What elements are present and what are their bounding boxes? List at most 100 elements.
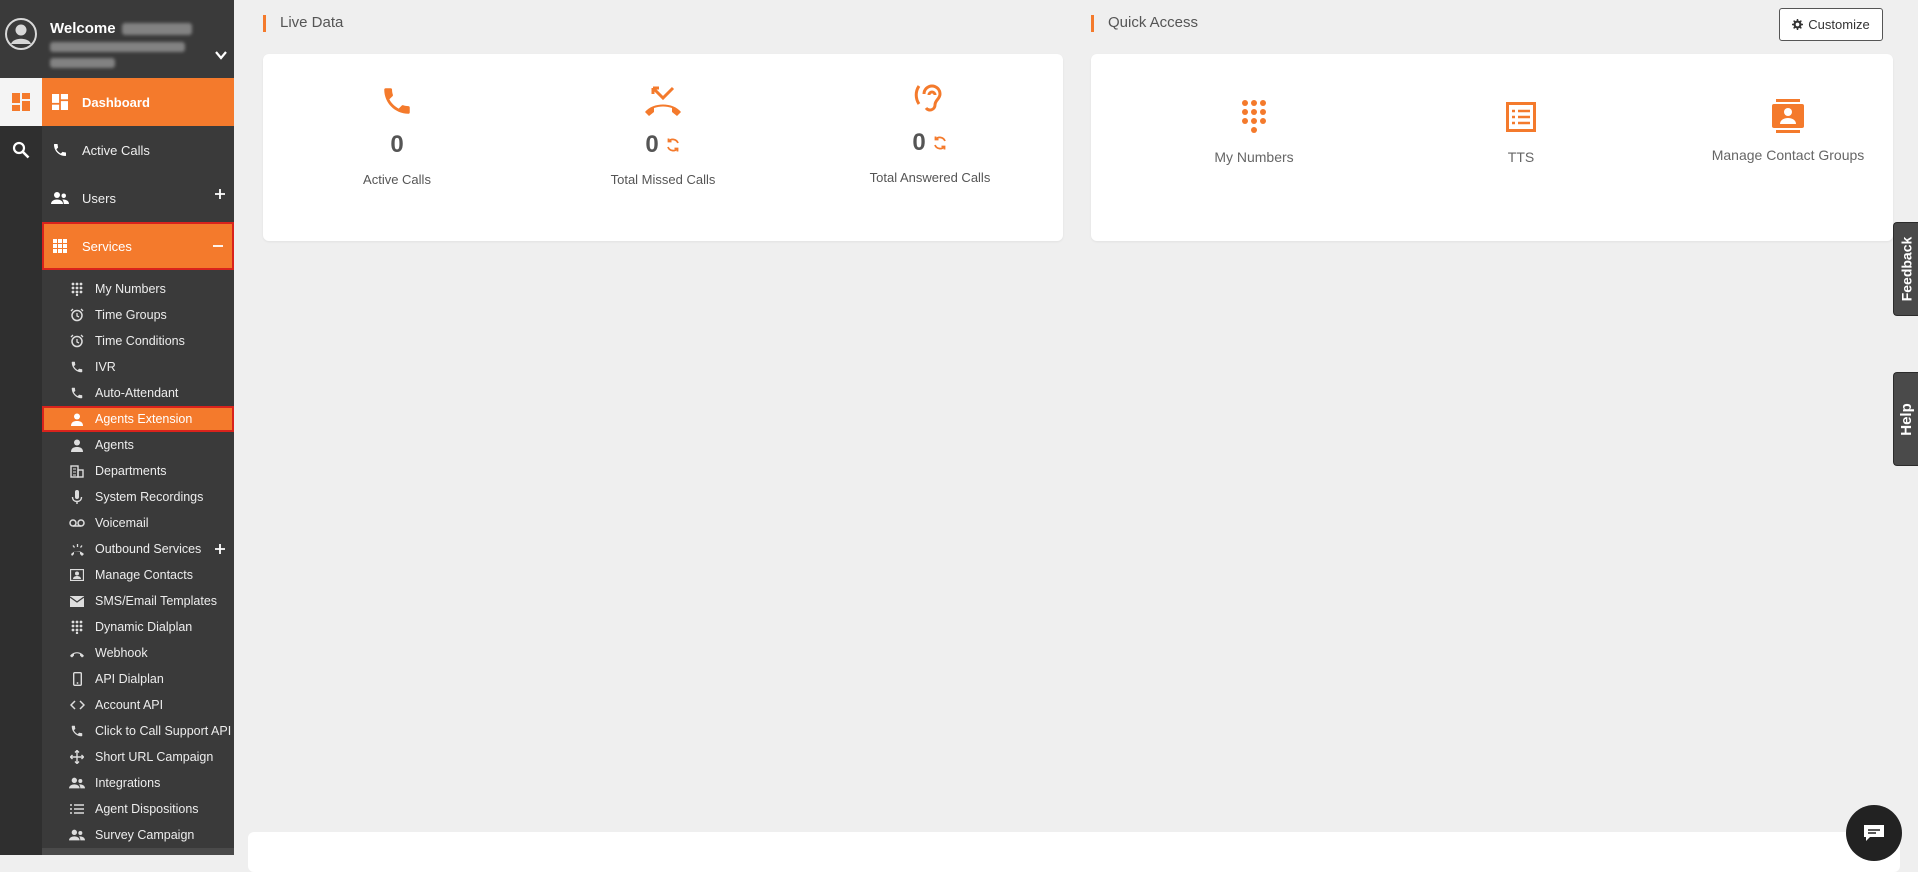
bottom-card (248, 832, 1900, 872)
hearing-icon (914, 84, 942, 112)
quick-access-label: My Numbers (1214, 149, 1294, 165)
sidebar-item-users[interactable]: Users (42, 174, 234, 222)
stat-label: Total Missed Calls (610, 172, 716, 187)
sidebar-subitem-time-conditions[interactable]: Time Conditions (42, 328, 234, 354)
user-email-redacted (50, 42, 185, 52)
phone-icon (384, 88, 410, 114)
plus-icon[interactable] (214, 543, 226, 555)
sidebar-subitem-my-numbers[interactable]: My Numbers (42, 276, 234, 302)
chat-button[interactable] (1846, 805, 1902, 861)
phone-icon (69, 723, 85, 739)
mobile-icon (69, 671, 85, 687)
dashboard-icon (12, 93, 30, 111)
sidebar-subitem-label: Time Conditions (95, 334, 185, 348)
phone-forward-icon (69, 385, 85, 401)
sidebar-subitem-label: Manage Contacts (95, 568, 193, 582)
sidebar-item-dashboard[interactable]: Dashboard (42, 78, 234, 126)
sidebar-subitem-label: System Recordings (95, 490, 204, 504)
stat-label: Active Calls (363, 172, 431, 187)
sidebar-subitem-survey-campaign[interactable]: Survey Campaign (42, 822, 234, 848)
sidebar-subitem-label: Short URL Campaign (95, 750, 214, 764)
feedback-tab[interactable]: Feedback (1893, 222, 1918, 316)
sidebar-item-services[interactable]: Services (42, 222, 234, 270)
dialpad-icon (69, 619, 85, 635)
phone-icon (50, 140, 70, 160)
stat-value: 0 (645, 131, 659, 158)
stat-label: Total Answered Calls (869, 170, 991, 185)
phone-forward-icon (69, 359, 85, 375)
sidebar-subitem-manage-contacts[interactable]: Manage Contacts (42, 562, 234, 588)
sidebar-subitem-label: API Dialplan (95, 672, 164, 686)
sidebar-subitem-outbound-services[interactable]: Outbound Services (42, 536, 234, 562)
sidebar-scroll-edge (42, 848, 234, 855)
icon-rail (0, 0, 42, 855)
customize-button[interactable]: Customize (1779, 8, 1883, 41)
live-data-title: Live Data (263, 14, 343, 32)
sidebar-subitem-label: Agents Extension (95, 412, 193, 426)
sidebar-subitem-auto-attendant[interactable]: Auto-Attendant (42, 380, 234, 406)
sidebar-subitem-short-url-campaign[interactable]: Short URL Campaign (42, 744, 234, 770)
sidebar-subitem-agent-dispositions[interactable]: Agent Dispositions (42, 796, 234, 822)
plus-icon[interactable] (214, 188, 226, 200)
sidebar-subitem-time-groups[interactable]: Time Groups (42, 302, 234, 328)
dialpad-icon (1242, 100, 1266, 133)
refresh-icon[interactable] (665, 137, 681, 153)
stat-value-row: 0 (297, 131, 497, 159)
sidebar-subitem-sms-email-templates[interactable]: SMS/Email Templates (42, 588, 234, 614)
sidebar-subitem-integrations[interactable]: Integrations (42, 770, 234, 796)
stat-total-answered-calls: 0 Total Answered Calls (830, 82, 1030, 185)
alarm-icon (69, 307, 85, 323)
stat-value: 0 (390, 131, 404, 158)
stat-value: 0 (912, 129, 926, 156)
sidebar-subitem-label: Integrations (95, 776, 161, 790)
welcome-label: Welcome (50, 20, 116, 37)
quick-access-label: Manage Contact Groups (1711, 147, 1865, 163)
group-icon (69, 775, 85, 791)
group-icon (69, 827, 85, 843)
welcome-title: Welcome (50, 20, 192, 37)
chat-icon (1864, 825, 1884, 841)
help-tab[interactable]: Help (1893, 372, 1918, 466)
missed-call-icon (645, 86, 681, 116)
sidebar-subitem-label: Click to Call Support API (95, 724, 232, 738)
sidebar-subitem-webhook[interactable]: Webhook (42, 640, 234, 666)
sidebar-subitem-click-to-call-support-api[interactable]: Click to Call Support API (42, 718, 234, 744)
sidebar-subitem-dynamic-dialplan[interactable]: Dynamic Dialplan (42, 614, 234, 640)
chevron-down-icon[interactable] (214, 48, 228, 62)
minus-icon[interactable] (212, 240, 224, 252)
sidebar-subitem-label: My Numbers (95, 282, 166, 296)
mic-icon (69, 489, 85, 505)
refresh-icon[interactable] (932, 135, 948, 151)
hangup-icon (69, 645, 85, 661)
avatar-area (0, 0, 42, 78)
rail-dashboard-button[interactable] (0, 78, 42, 126)
quick-access-label: TTS (1507, 149, 1535, 165)
contact-book-icon (1772, 99, 1804, 133)
sidebar-subitem-system-recordings[interactable]: System Recordings (42, 484, 234, 510)
sidebar-subitem-label: Outbound Services (95, 542, 202, 556)
sidebar-subitem-label: IVR (95, 360, 116, 374)
sidebar-subitem-label: Dynamic Dialplan (95, 620, 193, 634)
sidebar-subitem-agents[interactable]: Agents (42, 432, 234, 458)
sidebar-subitem-voicemail[interactable]: Voicemail (42, 510, 234, 536)
help-tab-label: Help (1897, 402, 1915, 436)
stat-active-calls: 0 Active Calls (297, 84, 497, 187)
search-icon (12, 141, 30, 159)
sidebar-subitem-agents-extension[interactable]: Agents Extension (42, 406, 234, 432)
sidebar-item-active-calls[interactable]: Active Calls (42, 126, 234, 174)
sidebar-subitem-ivr[interactable]: IVR (42, 354, 234, 380)
quick-access-my-numbers[interactable]: My Numbers (1134, 99, 1374, 165)
sidebar-item-label: Services (82, 238, 132, 254)
sidebar-item-label: Users (82, 190, 116, 206)
sidebar-subitem-account-api[interactable]: Account API (42, 692, 234, 718)
quick-access-manage-contact-groups[interactable]: Manage Contact Groups (1668, 99, 1908, 163)
live-data-card: 0 Active Calls 0 Total Missed Calls 0 To… (263, 54, 1063, 241)
sidebar-subitem-label: Survey Campaign (95, 828, 195, 842)
quick-access-tts[interactable]: TTS (1401, 102, 1641, 165)
feedback-tab-label: Feedback (1898, 236, 1914, 302)
avatar[interactable] (5, 18, 37, 50)
sidebar-subitem-api-dialplan[interactable]: API Dialplan (42, 666, 234, 692)
sidebar-subitem-departments[interactable]: Departments (42, 458, 234, 484)
welcome-header: Welcome (42, 0, 234, 78)
rail-search-button[interactable] (0, 126, 42, 174)
